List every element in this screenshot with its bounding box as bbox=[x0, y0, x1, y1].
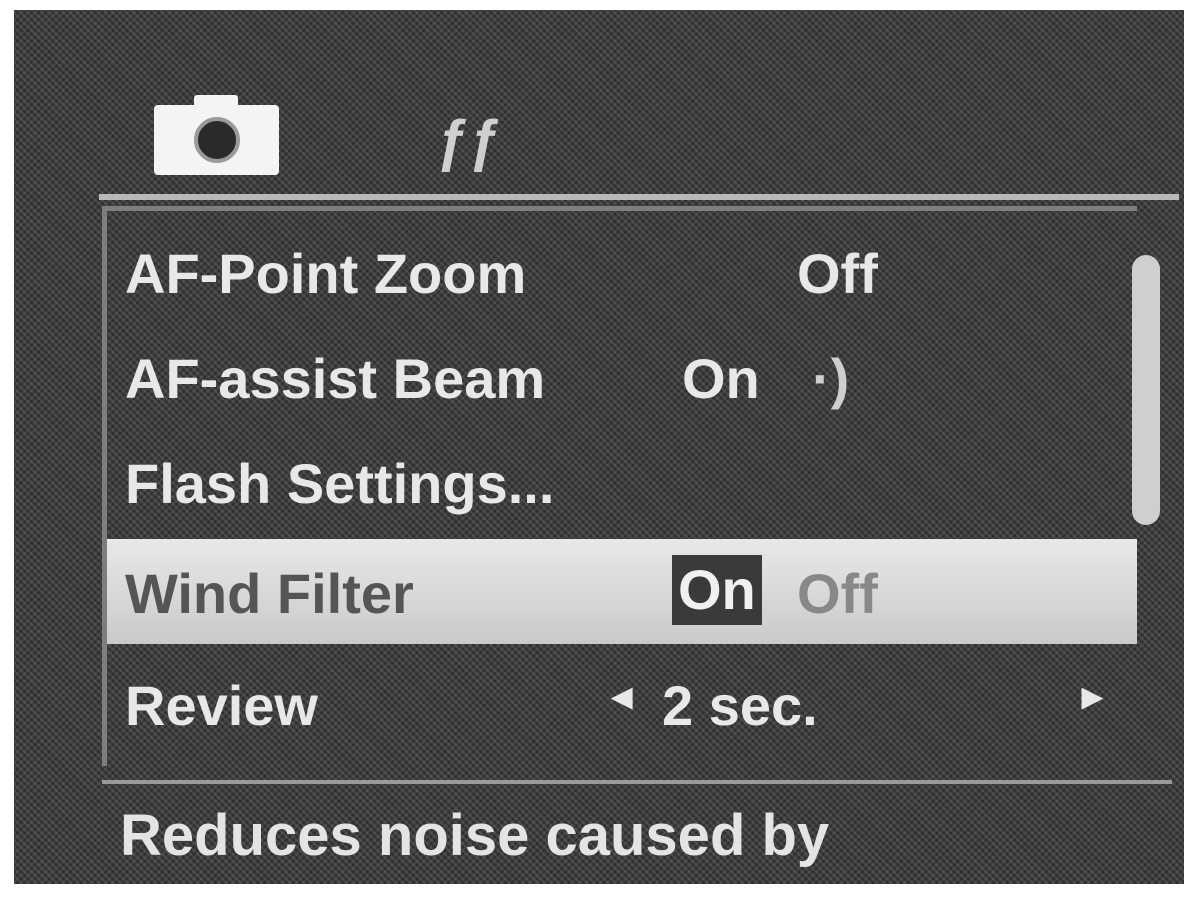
menu-item-label: Flash Settings... bbox=[125, 452, 555, 515]
menu-item-flash-settings[interactable]: Flash Settings... bbox=[107, 429, 1137, 534]
chevron-right-icon[interactable]: ▸ bbox=[1082, 673, 1102, 719]
menu-item-af-point-zoom[interactable]: AF-Point Zoom Off bbox=[107, 219, 1137, 324]
tools-icon: ƒƒ bbox=[436, 107, 502, 173]
menu-item-value: On bbox=[672, 555, 762, 625]
menu-item-review[interactable]: Review ◂ 2 sec. ▸ bbox=[107, 651, 1137, 756]
menu-item-label: Review bbox=[125, 674, 318, 737]
menu-scrollbar[interactable] bbox=[1132, 255, 1160, 525]
chevron-left-icon[interactable]: ◂ bbox=[612, 673, 632, 719]
camera-hump bbox=[194, 95, 238, 107]
tab-shooting[interactable] bbox=[154, 95, 279, 175]
menu-item-alt-value: Off bbox=[797, 562, 878, 625]
help-text-bar: Reduces noise caused by bbox=[102, 780, 1172, 884]
tab-setup[interactable]: ƒƒ bbox=[429, 105, 509, 175]
menu-item-value: On bbox=[682, 347, 760, 410]
menu-item-wind-filter[interactable]: Wind Filter On Off bbox=[107, 539, 1137, 644]
menu-item-label: Wind Filter bbox=[125, 562, 414, 625]
menu-list: AF-Point Zoom Off AF-assist Beam On ·) F… bbox=[102, 206, 1137, 766]
af-assist-icon: ·) bbox=[812, 347, 850, 410]
tab-divider bbox=[99, 194, 1179, 200]
camera-lcd-screen: ƒƒ AF-Point Zoom Off AF-assist Beam On ·… bbox=[14, 10, 1184, 884]
menu-item-label: AF-assist Beam bbox=[125, 347, 546, 410]
menu-item-label: AF-Point Zoom bbox=[125, 242, 527, 305]
camera-icon bbox=[193, 117, 240, 163]
menu-item-value: Off bbox=[797, 242, 878, 305]
help-text: Reduces noise caused by bbox=[120, 803, 830, 868]
menu-item-af-assist-beam[interactable]: AF-assist Beam On ·) bbox=[107, 324, 1137, 429]
menu-tab-bar: ƒƒ bbox=[14, 10, 1184, 200]
menu-item-value: 2 sec. bbox=[662, 674, 818, 737]
